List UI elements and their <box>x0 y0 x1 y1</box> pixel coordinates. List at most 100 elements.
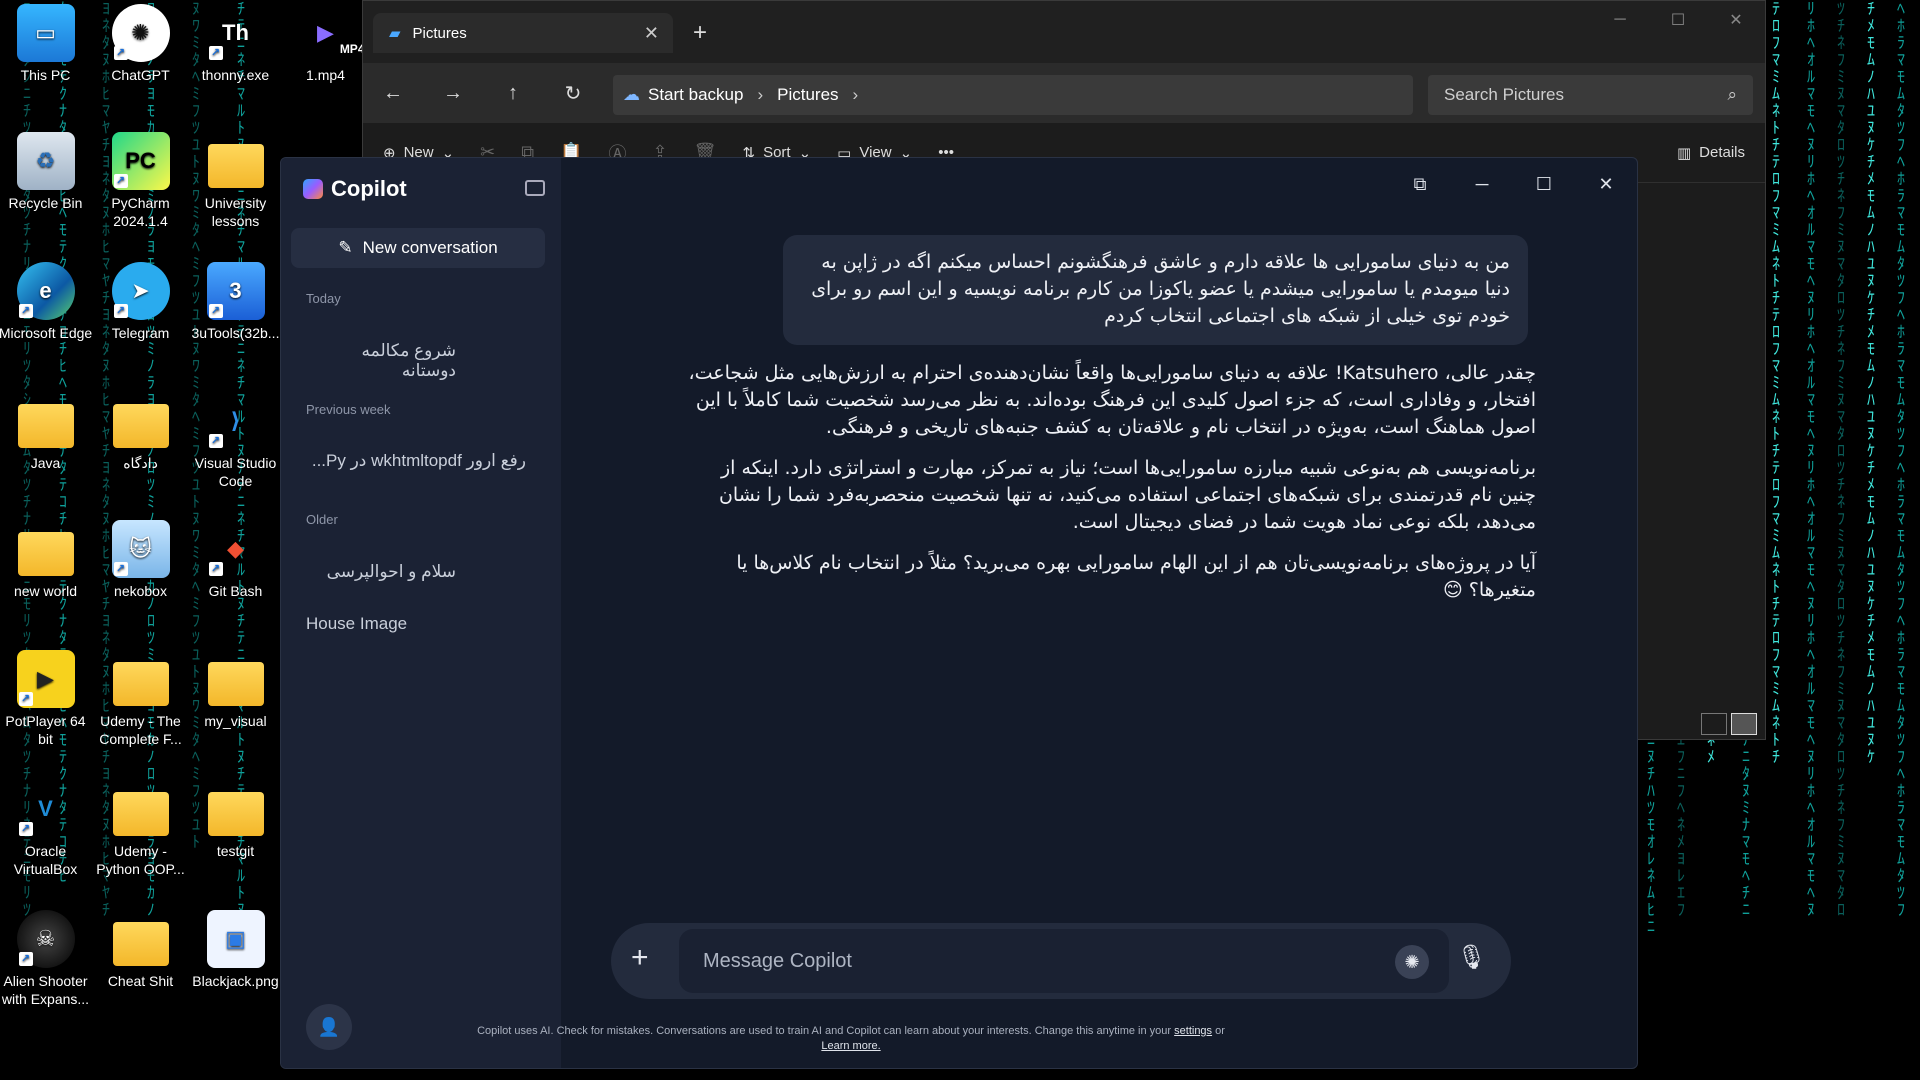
maximize-button[interactable]: ☐ <box>1649 1 1707 39</box>
close-tab-icon[interactable]: ✕ <box>644 23 659 44</box>
disclaimer-text: Copilot uses AI. Check for mistakes. Con… <box>477 1025 1172 1037</box>
desktop-icon-label: Oracle VirtualBox <box>13 843 78 877</box>
desktop-icon[interactable]: ♻ Recycle Bin <box>0 132 93 212</box>
minimize-button[interactable]: ─ <box>1591 1 1649 39</box>
close-window-button[interactable]: ✕ <box>1707 1 1765 39</box>
message-input[interactable]: Message Copilot <box>679 929 1449 993</box>
up-arrow-icon[interactable]: ↑ <box>483 82 543 105</box>
desktop-icon[interactable]: Cheat Shit <box>93 910 188 990</box>
forward-arrow-icon[interactable]: → <box>423 82 483 105</box>
new-tab-button[interactable]: + <box>693 19 707 47</box>
breadcrumb-label: Start backup <box>648 85 744 104</box>
desktop-icon[interactable]: ▣ Blackjack.png <box>188 910 283 990</box>
file-type-badge: MP4 <box>339 42 365 56</box>
copilot-window-controls: ⧉ ─ ☐ ✕ <box>1403 174 1623 195</box>
add-attachment-button[interactable]: + <box>631 941 649 975</box>
chevron-right-icon[interactable]: › <box>757 85 763 105</box>
settings-link[interactable]: settings <box>1174 1025 1212 1037</box>
desktop-icon[interactable]: testgit <box>188 780 283 860</box>
learn-more-link[interactable]: Learn more. <box>821 1040 880 1052</box>
icon-glyph: Th <box>222 20 249 45</box>
desktop-icon[interactable]: ▭ This PC <box>0 4 93 84</box>
desktop-icon[interactable]: ◆ ↗ Git Bash <box>188 520 283 600</box>
desktop-icon[interactable]: new world <box>0 520 93 600</box>
message-placeholder: Message Copilot <box>703 949 852 972</box>
desktop-icon[interactable]: V ↗ Oracle VirtualBox <box>0 780 93 878</box>
desktop-icon[interactable]: Udemy - The Complete F... <box>93 650 188 748</box>
conversation-item[interactable]: رفع ارور wkhtmltopdf در Py... <box>306 451 526 471</box>
microphone-icon[interactable]: 🎙 <box>1457 943 1487 972</box>
desktop-icon-label: testgit <box>216 843 255 859</box>
desktop-icon[interactable]: my_visual <box>188 650 283 730</box>
message-composer: + Message Copilot ✺ 🎙 <box>611 923 1511 999</box>
desktop-icon[interactable]: Udemy - Python OOP... <box>93 780 188 878</box>
icon-glyph: ▶ <box>317 20 334 45</box>
conversation-item[interactable]: سلام و احوالپرسی <box>306 562 456 582</box>
desktop-icon[interactable]: ▶ ↗ PotPlayer 64 bit <box>0 650 93 748</box>
breadcrumb-start-backup[interactable]: ☁ Start backup <box>623 85 743 105</box>
assistant-paragraph: چقدر عالی، Katsuhero! علاقه به دنیای سام… <box>688 362 1537 438</box>
new-conversation-button[interactable]: ✎ New conversation <box>291 228 545 268</box>
desktop-icon[interactable]: ➤ ↗ Telegram <box>93 262 188 342</box>
folder-shape <box>207 662 264 706</box>
folder-shape <box>17 532 74 576</box>
sidebar-toggle-icon[interactable] <box>525 180 545 196</box>
desktop-icon[interactable]: ▶ MP4 1.mp4 <box>278 4 373 84</box>
explorer-window-controls: ─ ☐ ✕ <box>1591 1 1765 39</box>
explorer-tab[interactable]: ▰ Pictures ✕ <box>373 13 673 53</box>
think-deeper-button[interactable]: ✺ <box>1395 945 1429 979</box>
minimize-button[interactable]: ─ <box>1465 174 1499 195</box>
profile-avatar[interactable]: 👤 <box>306 1004 352 1050</box>
shortcut-arrow-icon: ↗ <box>113 562 128 576</box>
shortcut-arrow-icon: ↗ <box>113 174 128 188</box>
refresh-icon[interactable]: ↻ <box>543 81 603 106</box>
conversation-item[interactable]: House Image <box>306 614 541 634</box>
breadcrumb-pictures[interactable]: Pictures <box>777 85 838 105</box>
details-button[interactable]: ▥ Details <box>1677 144 1745 162</box>
desktop-icon[interactable]: PC ↗ PyCharm 2024.1.4 <box>93 132 188 230</box>
breadcrumb-label: Pictures <box>777 85 839 104</box>
desktop-icon-label: my_visual <box>204 713 267 729</box>
desktop-icon[interactable]: Th ↗ thonny.exe <box>188 4 283 84</box>
desktop-icon-label: Alien Shooter with Expans... <box>1 973 90 1007</box>
desktop-icon-label: Blackjack.png <box>192 973 279 989</box>
desktop-icon[interactable]: دادگاه <box>93 392 188 472</box>
assistant-paragraph: برنامه‌نویسی هم به‌نوعی شبیه مبارزه سامو… <box>718 457 1536 533</box>
disclaimer-or: or <box>1215 1025 1225 1037</box>
conversation-item[interactable]: شروع مکالمه دوستانه <box>306 341 457 381</box>
details-pane-icon: ▥ <box>1676 144 1692 162</box>
desktop-icon[interactable]: University lessons <box>188 132 283 230</box>
desktop-icon-label: University lessons <box>204 195 267 229</box>
address-bar[interactable]: ☁ Start backup › Pictures › <box>613 75 1413 115</box>
desktop-icon[interactable]: e ↗ Microsoft Edge <box>0 262 93 342</box>
desktop-icon[interactable]: ☠ ↗ Alien Shooter with Expans... <box>0 910 93 1008</box>
back-arrow-icon[interactable]: ← <box>363 82 423 105</box>
tiles-view-icon[interactable] <box>1731 713 1757 735</box>
icon-glyph: e <box>39 278 52 303</box>
search-input[interactable]: Search Pictures ⌕ <box>1428 75 1753 115</box>
maximize-button[interactable]: ☐ <box>1527 174 1561 195</box>
folder-shape <box>112 792 169 836</box>
folder-icon <box>112 392 170 450</box>
close-window-button[interactable]: ✕ <box>1589 174 1623 195</box>
desktop-icon[interactable]: ✺ ↗ ChatGPT <box>93 4 188 84</box>
desktop-icon[interactable]: 🐱 ↗ nekobox <box>93 520 188 600</box>
shortcut-arrow-icon: ↗ <box>18 952 33 966</box>
chevron-right-icon[interactable]: › <box>853 85 859 105</box>
desktop-icon[interactable]: 3 ↗ 3uTools(32b... <box>188 262 283 342</box>
copilot-sidebar: Copilot ✎ New conversation Today شروع مک… <box>281 158 561 1068</box>
desktop-icon[interactable]: Java <box>0 392 93 472</box>
pictures-folder-icon: ▰ <box>389 25 401 42</box>
chatgpt-icon: ✺ ↗ <box>111 4 170 62</box>
popout-icon[interactable]: ⧉ <box>1403 174 1437 195</box>
shortcut-arrow-icon: ↗ <box>208 304 223 318</box>
desktop-icon[interactable]: ⟩ ↗ Visual Studio Code <box>188 392 283 490</box>
desktop-icon-label: Microsoft Edge <box>0 325 93 341</box>
assistant-paragraph: آیا در پروژه‌های برنامه‌نویسی‌تان هم از … <box>736 552 1536 601</box>
folder-icon <box>207 132 265 190</box>
desktop-icon-label: دادگاه <box>123 455 158 471</box>
folder-shape <box>207 144 264 188</box>
details-view-icon[interactable] <box>1701 713 1727 735</box>
section-previous-week: Previous week <box>306 402 391 417</box>
desktop-icon-label: ChatGPT <box>111 67 170 83</box>
